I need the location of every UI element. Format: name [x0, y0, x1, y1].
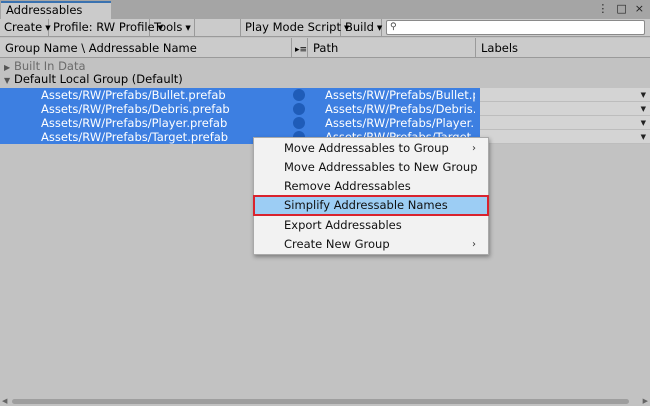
menu-item-create-new-group[interactable]: Create New Group › — [254, 235, 488, 254]
prefab-icon — [293, 89, 305, 101]
menu-dots-icon[interactable]: ⋮ — [597, 2, 608, 16]
entry-name: Assets/RW/Prefabs/Bullet.prefab — [41, 88, 226, 102]
toolbar: Create ▼ Profile: RW Profile ▼ Tools ▼ Play… — [0, 19, 650, 37]
list-item[interactable]: Assets/RW/Prefabs/Player.prefab Assets/R… — [0, 116, 480, 130]
asset-type-icon: ▸≡ — [295, 45, 308, 55]
search-icon: ⚲ — [390, 22, 397, 32]
maximize-icon[interactable]: □ — [616, 2, 626, 16]
profile-label: Profile: RW Profile — [53, 20, 155, 34]
build-label: Build — [345, 20, 374, 34]
menu-item-move-to-new-group[interactable]: Move Addressables to New Group — [254, 158, 488, 177]
dropdown-arrow-icon: ▼ — [376, 24, 383, 32]
dropdown-arrow-icon: ▼ — [640, 119, 646, 127]
menu-item-export-addressables[interactable]: Export Addressables — [254, 216, 488, 235]
submenu-arrow-icon: › — [472, 239, 476, 250]
entry-name: Assets/RW/Prefabs/Target.prefab — [41, 130, 229, 144]
entry-name: Assets/RW/Prefabs/Player.prefab — [41, 116, 228, 130]
prefab-icon — [293, 117, 305, 129]
scroll-left-icon[interactable]: ◀ — [2, 397, 7, 406]
column-icon-header[interactable]: ▸≡ — [292, 38, 308, 57]
labels-dropdown[interactable]: ▼ — [480, 102, 650, 116]
entry-path: Assets/RW/Prefabs/Player.prefab — [325, 116, 475, 130]
window-controls: ⋮ □ × — [597, 2, 644, 16]
menu-item-move-to-group[interactable]: Move Addressables to Group › — [254, 139, 488, 158]
menu-item-label: Remove Addressables — [284, 179, 411, 193]
column-name-header[interactable]: Group Name \ Addressable Name — [0, 38, 292, 57]
menu-item-label: Export Addressables — [284, 218, 402, 232]
column-labels-label: Labels — [481, 41, 519, 55]
menu-item-label: Simplify Addressable Names — [284, 198, 448, 212]
tools-dropdown[interactable]: Tools ▼ — [150, 19, 195, 36]
collapse-triangle-icon[interactable]: ▼ — [4, 74, 14, 87]
search-input[interactable] — [403, 21, 639, 34]
create-dropdown[interactable]: Create ▼ — [0, 19, 51, 36]
menu-item-remove-addressables[interactable]: Remove Addressables — [254, 177, 488, 196]
dropdown-arrow-icon: ▼ — [185, 24, 191, 32]
entry-path: Assets/RW/Prefabs/Debris.prefab — [325, 102, 475, 116]
horizontal-scrollbar[interactable]: ◀ ▶ — [0, 397, 650, 406]
labels-dropdown[interactable]: ▼ — [480, 116, 650, 130]
tools-label: Tools — [154, 20, 183, 34]
dropdown-arrow-icon: ▼ — [640, 91, 646, 99]
prefab-icon — [293, 103, 305, 115]
menu-item-label: Create New Group — [284, 237, 390, 251]
build-dropdown[interactable]: Build ▼ — [341, 19, 382, 36]
window-titlebar: Addressables Groups ⋮ □ × — [0, 0, 650, 31]
play-mode-script-dropdown[interactable]: Play Mode Script ▼ — [240, 19, 349, 36]
submenu-arrow-icon: › — [472, 143, 476, 154]
column-path-label: Path — [313, 41, 339, 55]
column-header: Group Name \ Addressable Name ▸≡ Path La… — [0, 38, 650, 58]
context-menu: Move Addressables to Group › Move Addres… — [253, 137, 489, 255]
column-path-header[interactable]: Path — [308, 38, 476, 57]
labels-dropdown[interactable]: ▼ — [480, 130, 650, 144]
menu-item-label: Move Addressables to New Group — [284, 160, 478, 174]
search-field[interactable]: ⚲ — [386, 20, 645, 35]
profile-dropdown[interactable]: Profile: RW Profile ▼ — [49, 19, 163, 36]
tab-addressables-groups[interactable]: Addressables Groups — [1, 1, 111, 31]
menu-item-simplify-names[interactable]: Simplify Addressable Names — [253, 195, 489, 216]
dropdown-arrow-icon: ▼ — [640, 133, 646, 141]
tree-group-default[interactable]: ▼ Default Local Group (Default) — [0, 73, 650, 87]
dropdown-arrow-icon: ▼ — [640, 105, 646, 113]
close-icon[interactable]: × — [635, 2, 644, 16]
entry-path: Assets/RW/Prefabs/Bullet.prefab — [325, 88, 475, 102]
entry-name: Assets/RW/Prefabs/Debris.prefab — [41, 102, 230, 116]
column-name-label: Group Name \ Addressable Name — [5, 41, 197, 55]
list-item[interactable]: Assets/RW/Prefabs/Bullet.prefab Assets/R… — [0, 88, 480, 102]
group-label: Built In Data — [14, 59, 86, 73]
scroll-right-icon[interactable]: ▶ — [643, 397, 648, 406]
group-label: Default Local Group (Default) — [14, 72, 183, 86]
labels-dropdown[interactable]: ▼ — [480, 88, 650, 102]
list-item[interactable]: Assets/RW/Prefabs/Debris.prefab Assets/R… — [0, 102, 480, 116]
column-labels-header[interactable]: Labels — [476, 38, 650, 57]
scrollbar-thumb[interactable] — [12, 399, 629, 404]
play-mode-label: Play Mode Script — [245, 20, 341, 34]
create-label: Create — [4, 20, 43, 34]
menu-item-label: Move Addressables to Group — [284, 141, 449, 155]
